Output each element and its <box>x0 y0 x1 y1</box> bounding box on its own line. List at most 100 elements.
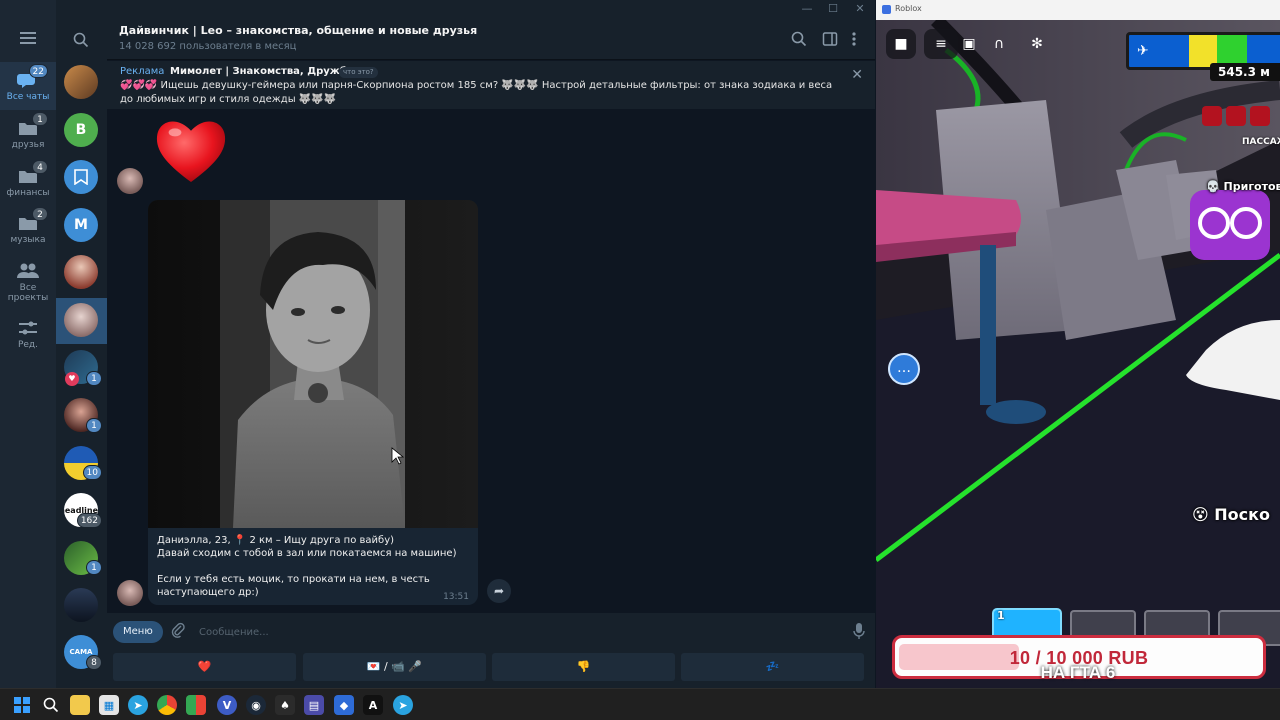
file-explorer-icon[interactable] <box>70 695 90 715</box>
game-scene <box>876 20 1280 688</box>
app-a-icon[interactable]: A <box>363 695 383 715</box>
roblox-taskbar-icon[interactable]: ◆ <box>334 695 354 715</box>
microphone-icon[interactable] <box>853 622 865 644</box>
close-icon[interactable]: ✕ <box>851 67 863 83</box>
distance-readout: 545.3 м <box>1210 63 1280 81</box>
telegram-icon[interactable]: ➤ <box>393 695 413 715</box>
roblox-menu-logo-button[interactable]: ■ <box>886 29 916 59</box>
headset-icon[interactable]: ∩ <box>984 29 1014 59</box>
gear-icon[interactable]: ✻ <box>1022 29 1052 59</box>
caption-line: Даниэлла, 23, 📍 2 км – Ищу друга по вайб… <box>157 535 395 546</box>
chat-list: B M ♥ 1 1 10 headlines 162 1 САМА 8 <box>56 0 107 688</box>
message-input[interactable] <box>199 622 799 642</box>
chat-avatar-saved[interactable] <box>64 160 98 194</box>
steam-icon[interactable]: ◉ <box>246 695 266 715</box>
folder-label: друзья <box>11 140 45 150</box>
unread-badge: 8 <box>86 655 102 670</box>
caption-line: Давай сходим с тобой в зал или покатаемс… <box>157 548 457 559</box>
hotbar-slot-number: 1 <box>997 609 1005 622</box>
unread-badge: 1 <box>86 560 102 575</box>
sliders-icon <box>19 321 37 335</box>
sender-avatar[interactable] <box>117 168 143 194</box>
chat-icon[interactable]: … <box>888 353 920 385</box>
window-title: Roblox <box>895 4 922 13</box>
telegram-icon[interactable]: ➤ <box>128 695 148 715</box>
folder-edit[interactable]: Ред. <box>0 313 56 355</box>
viber-icon[interactable]: V <box>217 695 237 715</box>
ad-what-is-this[interactable]: что это? <box>339 67 378 78</box>
folder-rail: 22 Все чаты 1 друзья 4 финансы 2 музыка … <box>0 0 56 688</box>
store-icon[interactable]: ▦ <box>99 695 119 715</box>
chat-header[interactable]: — ☐ ✕ Дайвинчик | Leo – знакомства, обще… <box>107 0 875 60</box>
like-button[interactable]: ❤️ <box>113 653 296 681</box>
chat-avatar[interactable] <box>64 255 98 289</box>
profile-photo[interactable] <box>148 200 478 528</box>
chrome-app-icon[interactable] <box>186 695 206 715</box>
folder-badge: 4 <box>32 160 48 174</box>
unread-badge: 10 <box>82 465 102 480</box>
sponsored-message[interactable]: Реклама Мимолет | Знакомства, Дружба что… <box>107 61 875 109</box>
bot-menu-button[interactable]: Меню <box>113 621 163 643</box>
search-icon[interactable] <box>791 31 809 49</box>
folder-all-chats[interactable]: 22 Все чаты <box>0 62 56 110</box>
passengers-label: ПАССАЖ <box>1242 137 1280 147</box>
folder-label: музыка <box>10 235 46 245</box>
sender-avatar[interactable] <box>117 580 143 606</box>
bot-keyboard: ❤️ 💌 / 📹 🎤 👎 💤 <box>107 651 875 688</box>
ad-text: 💞💞💞 Ищешь девушку-геймера или парня-Скор… <box>120 80 833 105</box>
message-composer: Меню <box>107 613 875 651</box>
folder-finance[interactable]: 4 финансы <box>0 158 56 206</box>
unread-badge: 1 <box>86 418 102 433</box>
photo-image <box>148 200 478 528</box>
close-button[interactable]: ✕ <box>850 2 870 15</box>
folder-label: Все чаты <box>6 92 50 102</box>
app-purple-icon[interactable]: ▤ <box>304 695 324 715</box>
minimize-button[interactable]: — <box>797 2 817 15</box>
roblox-titlebar: Roblox <box>876 0 1280 20</box>
folder-friends[interactable]: 1 друзья <box>0 110 56 158</box>
game-viewport[interactable]: ■ ≡ ▣ ∩ ✻ ✈ 545.3 м ПАССАЖ 💀 Приготов 😵 … <box>876 20 1280 688</box>
heart-sticker-icon <box>156 121 226 182</box>
heart-icon: ♥ <box>65 372 79 386</box>
sleep-button[interactable]: 💤 <box>681 653 864 681</box>
folder-label: Все проекты <box>7 283 49 303</box>
chat-avatar[interactable] <box>64 65 98 99</box>
chrome-icon[interactable] <box>157 695 177 715</box>
folder-all-projects[interactable]: Все проекты <box>0 255 56 309</box>
hamburger-icon <box>20 32 36 44</box>
windows-taskbar: ▦ ➤ V ◉ ♠ ▤ ◆ A ➤ <box>0 688 1280 720</box>
hamburger-menu-button[interactable] <box>0 18 56 58</box>
chat-bubble-icon[interactable]: ▣ <box>954 29 984 59</box>
photo-message[interactable]: Даниэлла, 23, 📍 2 км – Ищу друга по вайб… <box>148 200 478 605</box>
app-green-icon[interactable]: ♠ <box>275 695 295 715</box>
search-icon[interactable] <box>73 32 89 52</box>
cooking-label: 💀 Приготов <box>1206 180 1280 193</box>
message-caption: Даниэлла, 23, 📍 2 км – Ищу друга по вайб… <box>157 534 467 599</box>
maximize-button[interactable]: ☐ <box>823 2 843 15</box>
more-vertical-icon[interactable] <box>851 31 869 49</box>
message-video-button[interactable]: 💌 / 📹 🎤 <box>303 653 486 681</box>
dislike-button[interactable]: 👎 <box>492 653 675 681</box>
screen: 22 Все чаты 1 друзья 4 финансы 2 музыка … <box>0 0 1280 720</box>
hamburger-icon[interactable]: ≡ <box>924 29 958 59</box>
search-icon[interactable] <box>41 695 61 715</box>
chat-avatar-active[interactable] <box>64 303 98 337</box>
folder-music[interactable]: 2 музыка <box>0 205 56 253</box>
sidebar-toggle-icon[interactable] <box>822 31 840 49</box>
folder-badge: 2 <box>32 207 48 221</box>
chat-view: — ☐ ✕ Дайвинчик | Leo – знакомства, обще… <box>107 0 875 688</box>
unread-badge: 1 <box>86 371 102 386</box>
chat-subtitle: 14 028 692 пользователя в месяц <box>119 41 297 52</box>
windows-start-icon[interactable] <box>12 695 32 715</box>
attach-icon[interactable] <box>171 622 185 642</box>
share-icon[interactable]: ➦ <box>487 579 511 603</box>
ad-title: Мимолет | Знакомства, Дружба <box>170 66 354 77</box>
airplane-icon: ✈ <box>1137 43 1149 59</box>
chat-avatar[interactable] <box>64 588 98 622</box>
folder-label: финансы <box>6 188 50 198</box>
telegram-window: 22 Все чаты 1 друзья 4 финансы 2 музыка … <box>0 0 875 688</box>
people-icon <box>17 263 39 278</box>
chat-avatar[interactable]: M <box>64 208 98 242</box>
chat-avatar[interactable]: B <box>64 113 98 147</box>
message-time: 13:51 <box>443 592 469 602</box>
